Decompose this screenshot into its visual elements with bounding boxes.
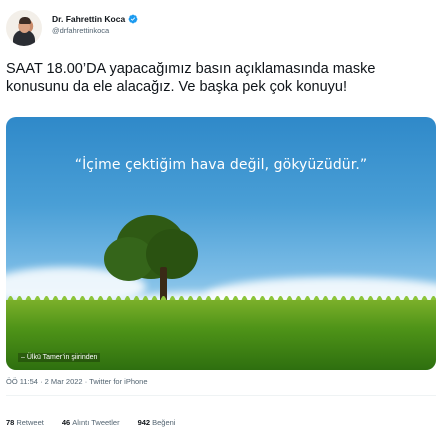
divider xyxy=(6,395,436,396)
avatar[interactable] xyxy=(6,10,42,46)
likes-stat[interactable]: 942 Beğeni xyxy=(138,418,176,427)
author-name-row[interactable]: Dr. Fahrettin Koca xyxy=(52,14,138,24)
meta-separator: · xyxy=(40,377,43,386)
tweet-stats: 78 Retweet 46 Alıntı Tweetler 942 Beğeni xyxy=(6,418,175,427)
tweet-header: Dr. Fahrettin Koca @drfahrettinkoca xyxy=(6,4,436,46)
tweet-text: SAAT 18.00’DA yapacağımız basın açıklama… xyxy=(6,61,376,95)
tweet-time[interactable]: ÖÖ 11:54 xyxy=(6,377,38,386)
tweet-media-image[interactable]: “İçime çektiğim hava değil, gökyüzüdür.”… xyxy=(6,117,436,370)
author-name[interactable]: Dr. Fahrettin Koca xyxy=(52,14,125,24)
verified-badge-icon xyxy=(128,14,138,24)
media-caption: – Ülkü Tamer’in şiirinden xyxy=(18,353,101,362)
tweet-meta: ÖÖ 11:54 · 2 Mar 2022 · Twitter for iPho… xyxy=(6,377,148,386)
media-quote-text: “İçime çektiğim hava değil, gökyüzüdür.” xyxy=(74,157,368,173)
author-handle[interactable]: @drfahrettinkoca xyxy=(52,26,109,35)
tweet-date[interactable]: 2 Mar 2022 xyxy=(45,377,83,386)
retweets-stat[interactable]: 78 Retweet xyxy=(6,418,44,427)
meta-separator: · xyxy=(84,377,88,386)
tweet-source[interactable]: Twitter for iPhone xyxy=(89,377,147,386)
quotes-stat[interactable]: 46 Alıntı Tweetler xyxy=(62,418,120,427)
